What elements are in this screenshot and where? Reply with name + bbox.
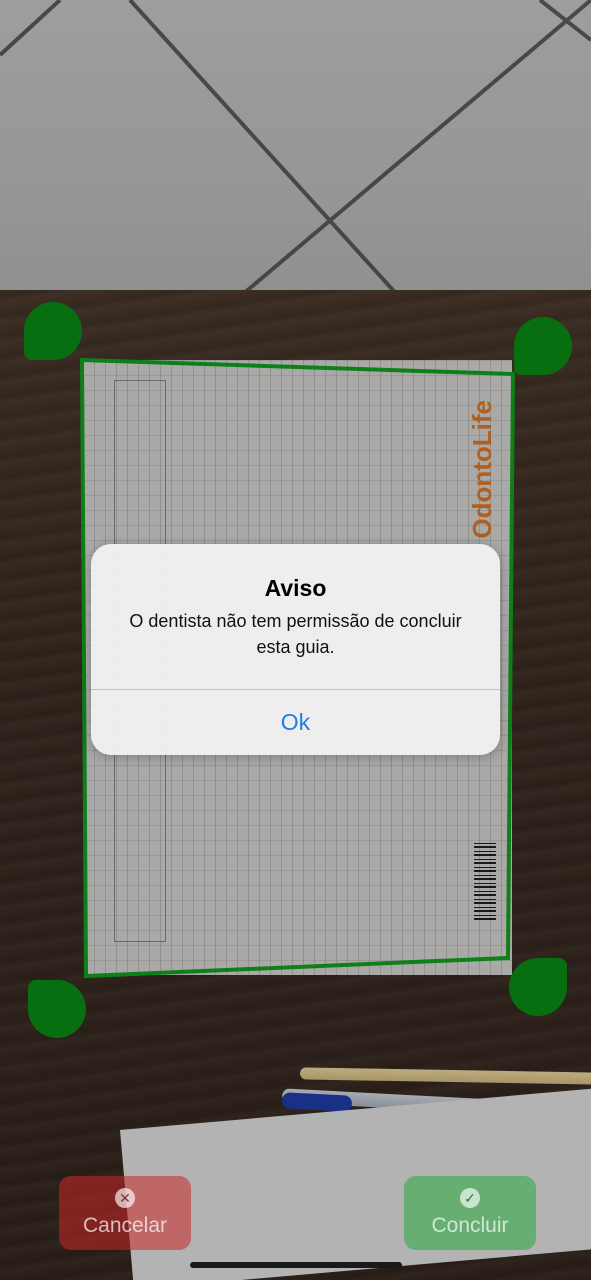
alert-ok-button[interactable]: Ok	[91, 690, 500, 755]
home-indicator[interactable]	[190, 1262, 402, 1268]
done-button[interactable]: ✓ Concluir	[404, 1176, 536, 1250]
alert-title: Aviso	[264, 575, 327, 601]
alert-dialog: Aviso O dentista não tem permissão de co…	[91, 544, 500, 755]
cancel-label: Cancelar	[82, 1214, 168, 1237]
cancel-button[interactable]: ✕ Cancelar	[59, 1176, 191, 1250]
close-circle-icon: ✕	[115, 1188, 135, 1208]
checkmark-circle-icon: ✓	[460, 1188, 480, 1208]
document-scanner-screen: OdontoLife ✕ Cancelar ✓ Concluir Aviso O…	[0, 0, 591, 1280]
alert-message: O dentista não tem permissão de concluir…	[129, 611, 462, 657]
done-label: Concluir	[431, 1214, 509, 1237]
